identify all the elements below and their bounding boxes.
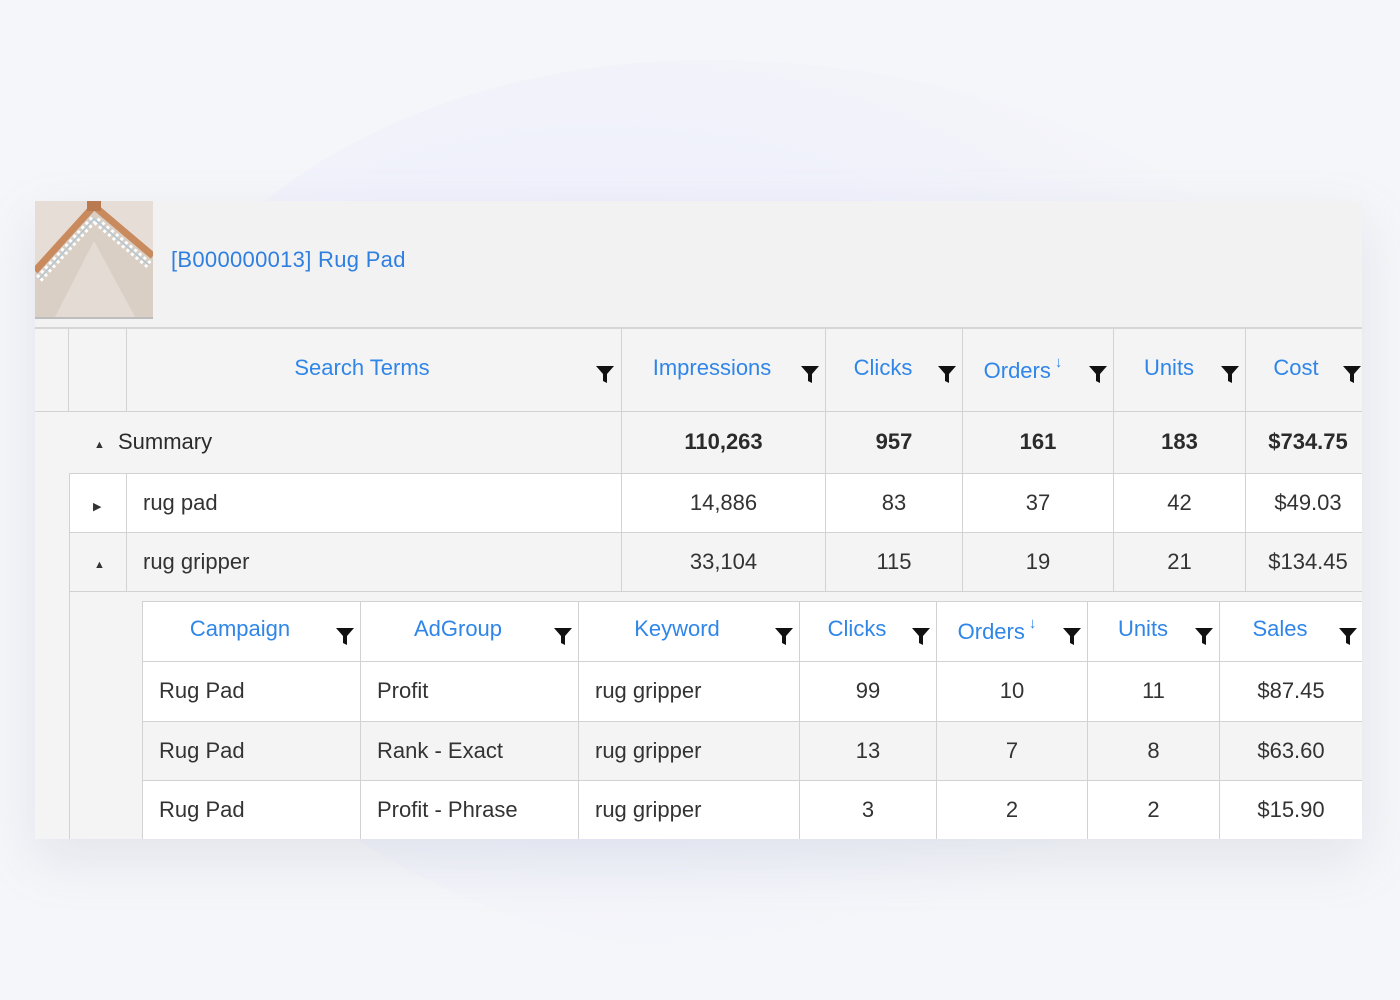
cost-cell: $49.03 — [1274, 489, 1342, 515]
product-title-link[interactable]: [B000000013] Rug Pad — [171, 247, 406, 273]
col-header-cost[interactable]: Cost — [1246, 329, 1346, 411]
impressions-cell: 14,886 — [689, 489, 758, 515]
col-header-clicks[interactable]: Clicks — [826, 329, 940, 411]
filter-icon[interactable] — [1062, 626, 1082, 646]
col-header-units-label: Units — [1143, 355, 1195, 380]
impressions-cell: 33,104 — [689, 549, 758, 574]
campaign-cell: Rug Pad — [159, 737, 245, 763]
adgroup-cell: Profit - Phrase — [377, 796, 518, 822]
sales-cell: $15.90 — [1257, 796, 1325, 822]
units-cell: 42 — [1167, 489, 1192, 515]
collapse-arrow-icon[interactable]: ▲ — [94, 559, 105, 571]
clicks-cell: 83 — [881, 489, 907, 515]
sort-descending-icon[interactable]: ↓ — [1029, 615, 1037, 632]
col-header-orders-label: Orders — [983, 358, 1051, 383]
units-cell: 2 — [1147, 796, 1160, 822]
col-header-campaign[interactable]: Campaign — [143, 601, 337, 661]
summary-clicks: 957 — [875, 429, 913, 454]
campaign-cell: Rug Pad — [159, 796, 245, 822]
clicks-cell: 3 — [861, 796, 875, 822]
campaign-cell: Rug Pad — [159, 678, 245, 703]
orders-cell: 2 — [1005, 796, 1019, 822]
col-header-sub-clicks-label: Clicks — [827, 616, 887, 641]
orders-cell: 37 — [1025, 489, 1051, 515]
summary-cost: $734.75 — [1268, 429, 1348, 454]
orders-cell: 10 — [999, 678, 1025, 703]
col-header-sub-orders[interactable]: Orders ↓ — [937, 601, 1057, 661]
product-header: [B000000013] Rug Pad — [35, 201, 1362, 329]
summary-orders: 161 — [1019, 429, 1057, 454]
keyword-cell: rug gripper — [595, 737, 702, 763]
clicks-cell: 99 — [855, 678, 881, 703]
col-header-sub-units-label: Units — [1117, 616, 1169, 641]
col-header-adgroup[interactable]: AdGroup — [361, 601, 555, 661]
sort-descending-icon[interactable]: ↓ — [1055, 354, 1063, 371]
orders-cell: 19 — [1025, 549, 1051, 574]
clicks-cell: 13 — [855, 737, 881, 763]
col-header-campaign-label: Campaign — [189, 616, 291, 641]
summary-label: Summary — [118, 429, 213, 454]
sales-cell: $63.60 — [1257, 737, 1325, 763]
sales-cell: $87.45 — [1257, 678, 1325, 703]
col-header-keyword-label: Keyword — [634, 616, 720, 641]
col-header-impressions[interactable]: Impressions — [622, 329, 802, 411]
keyword-cell: rug gripper — [595, 678, 702, 703]
col-header-impressions-label: Impressions — [652, 355, 772, 380]
col-header-clicks-label: Clicks — [853, 355, 913, 380]
filter-icon[interactable] — [335, 626, 355, 646]
col-header-sub-clicks[interactable]: Clicks — [800, 601, 914, 661]
col-header-orders[interactable]: Orders ↓ — [963, 329, 1083, 411]
summary-units: 183 — [1161, 429, 1198, 454]
col-header-sales-label: Sales — [1252, 616, 1308, 641]
units-cell: 11 — [1142, 678, 1165, 703]
col-header-sales[interactable]: Sales — [1220, 601, 1340, 661]
clicks-cell: 115 — [876, 549, 912, 574]
keyword-cell: rug gripper — [595, 796, 702, 822]
report-card: [B000000013] Rug Pad Search Terms Impres… — [35, 201, 1362, 839]
cost-cell: $134.45 — [1268, 549, 1348, 574]
filter-icon[interactable] — [1338, 626, 1358, 646]
filter-icon[interactable] — [1088, 364, 1108, 384]
units-cell: 8 — [1147, 737, 1160, 763]
filter-icon[interactable] — [595, 364, 615, 384]
orders-cell: 7 — [1005, 737, 1019, 763]
col-header-search-terms-label: Search Terms — [294, 355, 430, 380]
filter-icon[interactable] — [800, 364, 820, 384]
rug-pad-image-icon — [35, 201, 153, 317]
col-header-units[interactable]: Units — [1114, 329, 1224, 411]
search-term-cell: rug pad — [143, 489, 218, 515]
filter-icon[interactable] — [937, 364, 957, 384]
summary-impressions: 110,263 — [684, 429, 763, 454]
col-header-cost-label: Cost — [1273, 355, 1319, 380]
col-header-sub-orders-label: Orders — [957, 619, 1025, 644]
filter-icon[interactable] — [1342, 364, 1362, 384]
col-header-sub-units[interactable]: Units — [1088, 601, 1198, 661]
filter-icon[interactable] — [1194, 626, 1214, 646]
filter-icon[interactable] — [553, 626, 573, 646]
rug-pad-product-image — [35, 201, 153, 319]
filter-icon[interactable] — [774, 626, 794, 646]
col-header-keyword[interactable]: Keyword — [579, 601, 775, 661]
search-term-cell: rug gripper — [143, 549, 250, 574]
units-cell: 21 — [1167, 549, 1192, 574]
col-header-adgroup-label: AdGroup — [413, 616, 503, 641]
filter-icon[interactable] — [1220, 364, 1240, 384]
collapse-arrow-icon[interactable]: ▲ — [94, 439, 105, 451]
adgroup-cell: Rank - Exact — [377, 737, 503, 763]
expand-arrow-icon[interactable]: ▶ — [93, 500, 101, 513]
col-header-search-terms[interactable]: Search Terms — [127, 329, 597, 411]
filter-icon[interactable] — [911, 626, 931, 646]
adgroup-cell: Profit — [377, 678, 429, 703]
